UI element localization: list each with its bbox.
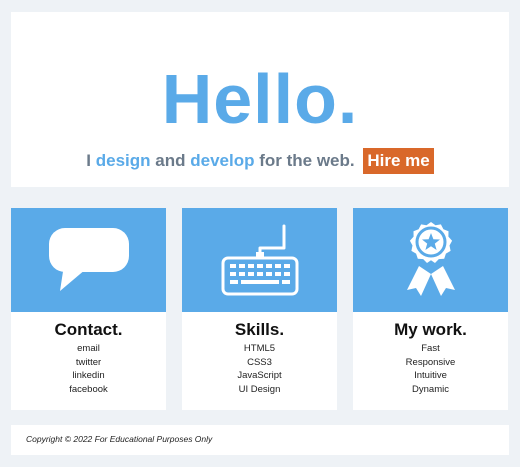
work-list: Fast Responsive Intuitive Dynamic [353,342,508,396]
tagline-and: and [155,151,186,170]
skills-list: HTML5 CSS3 JavaScript UI Design [182,342,337,396]
contact-title: Contact. [54,320,123,339]
contact-item-facebook[interactable]: facebook [11,383,166,397]
skills-item-html5: HTML5 [243,343,276,354]
contact-icon-area [11,208,166,312]
keyboard-icon [221,224,298,296]
tagline-design: design [95,151,151,170]
contact-item-email[interactable]: email [11,342,166,356]
contact-list: email twitter linkedin facebook [11,342,166,396]
footer: Copyright © 2022 For Educational Purpose… [11,425,509,455]
work-item-dynamic: Dynamic [412,383,449,395]
work-item-intuitive: Intuitive [414,370,447,381]
contact-item-twitter[interactable]: twitter [11,356,166,370]
skills-icon-area [182,208,337,312]
contact-card: Contact. email twitter linkedin facebook [11,208,166,410]
hero-tagline: I design and develop for the web. Hire m… [11,148,509,174]
skills-item-javascript: JavaScript [237,370,282,381]
tagline-i: I [86,151,91,170]
skills-title: Skills. [234,320,285,339]
hero-section: Hello. I design and develop for the web.… [11,12,509,187]
work-card: My work. Fast Responsive Intuitive Dynam… [353,208,508,410]
contact-item-linkedin[interactable]: linkedin [11,369,166,383]
tagline-develop: develop [190,151,255,170]
speech-bubble-icon [48,228,129,291]
skills-item-ui-design: UI Design [238,383,281,395]
award-ribbon-icon [406,222,455,296]
work-title: My work. [394,320,467,339]
footer-copyright: Copyright © 2022 For Educational Purpose… [26,434,213,444]
skills-card: Skills. HTML5 CSS3 JavaScript UI Design [182,208,337,410]
tagline-rest: for the web. [259,151,355,170]
work-icon-area [353,208,508,312]
work-item-responsive: Responsive [405,356,456,368]
hero-title: Hello. [161,60,359,138]
skills-item-css3: CSS3 [247,356,272,368]
work-item-fast: Fast [421,343,440,354]
hire-me-button[interactable]: Hire me [363,148,434,174]
